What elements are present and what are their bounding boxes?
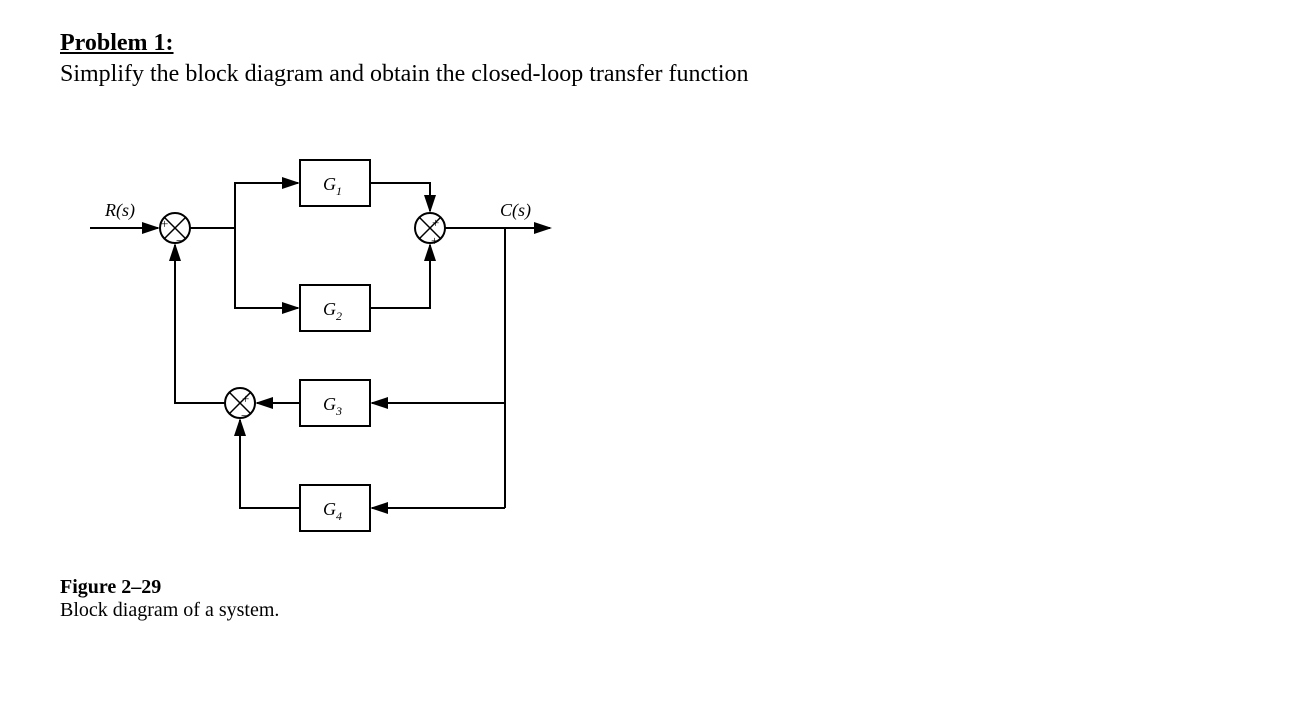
block-g3: G3 — [300, 380, 370, 426]
sum2-plus-top: + — [432, 215, 439, 230]
sum3-to-sum1 — [175, 245, 225, 403]
sum2-plus-bottom: + — [431, 233, 438, 248]
problem-label: Problem 1: — [60, 30, 174, 56]
sum3-plus: + — [242, 391, 249, 406]
g1-to-sum2 — [370, 183, 430, 211]
problem-instruction: Simplify the block diagram and obtain th… — [60, 61, 1252, 88]
block-diagram: R(s) + − G1 G2 + + C(s) — [60, 128, 580, 568]
summing-junction-3: + − — [225, 388, 255, 423]
figure-label: Figure 2–29 — [60, 576, 161, 598]
branch-to-g1 — [235, 183, 298, 228]
input-label: R(s) — [104, 200, 135, 221]
block-g4: G4 — [300, 485, 370, 531]
g2-to-sum2 — [370, 245, 430, 308]
sum1-minus: − — [176, 233, 183, 248]
output-label: C(s) — [500, 200, 531, 221]
sum1-plus: + — [161, 216, 168, 231]
diagram-svg: R(s) + − G1 G2 + + C(s) — [60, 128, 580, 568]
figure-caption: Block diagram of a system. — [60, 599, 279, 621]
figure-caption-block: Figure 2–29 Block diagram of a system. — [60, 576, 1252, 622]
branch-to-g2 — [235, 228, 298, 308]
summing-junction-2: + + — [415, 213, 445, 248]
g4-to-sum3 — [240, 420, 300, 508]
problem-heading: Problem 1: — [60, 30, 1252, 57]
sum3-minus: − — [241, 408, 248, 423]
summing-junction-1: + − — [160, 213, 190, 248]
block-g2: G2 — [300, 285, 370, 331]
block-g1: G1 — [300, 160, 370, 206]
